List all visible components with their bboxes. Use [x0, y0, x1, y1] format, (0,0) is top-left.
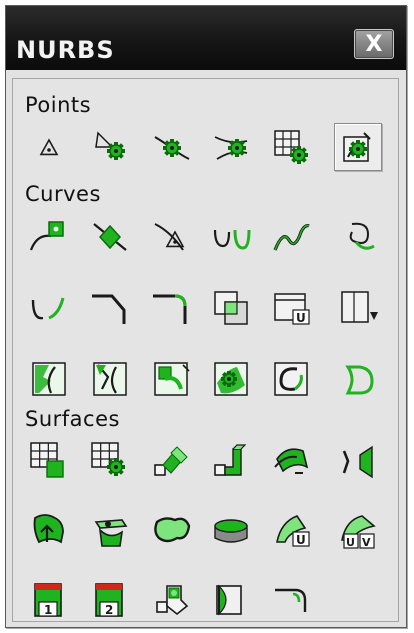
surface-uv-icon: UV	[341, 515, 376, 549]
hook-curve-pair-tool[interactable]	[207, 212, 255, 260]
boundary-curve-tool[interactable]	[147, 355, 195, 403]
grid-surface-icon	[30, 442, 64, 478]
loft-icon	[342, 445, 373, 479]
wave-curve-icon	[273, 224, 310, 251]
curve-on-frame-tool[interactable]: U	[267, 284, 315, 332]
curve-box-end-icon	[29, 221, 64, 251]
edge-curve-icon	[274, 362, 308, 396]
tool-palette: Points Curves Surfaces UUUV12	[12, 78, 399, 622]
point-on-surface-tool[interactable]	[25, 123, 73, 171]
split-curve-icon	[31, 297, 65, 320]
boolean-surface-tool[interactable]	[147, 576, 195, 624]
cylinder-surface-tool[interactable]	[207, 506, 255, 554]
fillet-surface-tool[interactable]	[267, 576, 315, 624]
closed-curve-tool[interactable]	[334, 355, 382, 403]
ruled-surface-tool[interactable]	[147, 437, 195, 485]
point-on-curve-tool[interactable]	[147, 123, 195, 171]
point-on-box-tool[interactable]	[334, 123, 382, 171]
surface-u-direction-tool[interactable]: U	[267, 506, 315, 554]
boundary-curve-icon	[154, 362, 190, 396]
curve-on-surface-tool[interactable]	[25, 355, 73, 403]
grid-point-icon	[274, 130, 308, 164]
curve-diamond-icon	[93, 223, 127, 251]
hook-pair-icon	[213, 229, 251, 250]
trim-region-2-tool[interactable]: 2	[86, 576, 134, 624]
freeform-curve-tool[interactable]	[267, 212, 315, 260]
isoparm-curve-tool[interactable]	[207, 355, 255, 403]
section-label-points: Points	[25, 93, 92, 117]
window-title: NURBS	[16, 36, 115, 64]
patch-arrow-icon	[33, 514, 64, 544]
surface-edge-curve-tool[interactable]	[267, 355, 315, 403]
point-crossing-icon	[214, 136, 248, 160]
trim-surface-curve-tool[interactable]	[86, 355, 134, 403]
surface-from-grid-tool[interactable]	[25, 437, 73, 485]
title-bar[interactable]: NURBS X	[6, 6, 406, 70]
curve-from-triangle-tool[interactable]	[147, 212, 195, 260]
svg-text:V: V	[362, 536, 371, 549]
planar-patch-tool[interactable]	[147, 506, 195, 554]
close-icon: X	[365, 31, 383, 57]
surface-curve-icon	[32, 362, 66, 396]
revolve-icon	[216, 584, 242, 616]
close-button[interactable]: X	[354, 29, 394, 59]
offset-curve-tool[interactable]	[207, 284, 255, 332]
section-label-surfaces: Surfaces	[25, 407, 120, 431]
ruled-surface-icon	[154, 446, 188, 476]
surface-u-icon: U	[276, 515, 310, 547]
point-on-grid-tool[interactable]	[267, 123, 315, 171]
extrude-icon	[214, 444, 247, 476]
section-label-curves: Curves	[25, 182, 101, 206]
fillet-curve-tool[interactable]	[147, 284, 195, 332]
revolve-surface-tool[interactable]	[207, 576, 255, 624]
extrude-surface-tool[interactable]	[207, 437, 255, 485]
grid-gear-icon	[91, 442, 125, 476]
svg-text:U: U	[346, 536, 355, 549]
point-between-curves-tool[interactable]	[207, 123, 255, 171]
region-number-label: 2	[105, 603, 113, 617]
bend-curve-icon	[92, 294, 126, 324]
frame-u-icon: U	[274, 293, 310, 325]
hook-curve-tool[interactable]	[334, 212, 382, 260]
boolean-icon	[156, 585, 189, 616]
svg-text:U: U	[296, 533, 306, 547]
nurbs-palette-window: NURBS X Points Curves Surfaces UUUV12	[5, 5, 407, 628]
hook-curve-icon	[349, 222, 375, 250]
overlap-squares-icon	[214, 291, 248, 325]
region-1-icon: 1	[34, 583, 62, 617]
sweep-icon	[274, 448, 309, 474]
project-curve-tool[interactable]	[334, 284, 382, 332]
gear-point-icon	[95, 131, 125, 160]
fillet-surface-icon	[275, 588, 307, 612]
loft-between-curves-tool[interactable]	[334, 437, 382, 485]
blend-surface-tool[interactable]	[86, 506, 134, 554]
blend-icon	[94, 519, 128, 547]
fillet-curve-icon	[153, 294, 187, 324]
isoparm-icon	[214, 362, 248, 396]
box-point-icon	[343, 132, 371, 162]
cylinder-icon	[214, 519, 248, 543]
closed-curve-icon	[345, 365, 374, 395]
surface-uv-direction-tool[interactable]: UV	[334, 506, 382, 554]
curve-through-point-tool[interactable]	[86, 212, 134, 260]
region-number-label: 1	[44, 603, 52, 617]
point-at-intersection-tool[interactable]	[86, 123, 134, 171]
frame-arrow-icon	[341, 291, 378, 323]
svg-text:U: U	[296, 311, 306, 325]
point-on-curve-icon	[154, 136, 190, 160]
curve-triangle-icon	[154, 223, 185, 251]
surface-trim-icon	[93, 362, 127, 396]
patch-with-arrow-tool[interactable]	[25, 506, 73, 554]
surface-from-grid-points-tool[interactable]	[86, 437, 134, 485]
curve-end-box-tool[interactable]	[25, 212, 73, 260]
trim-region-1-tool[interactable]: 1	[25, 576, 73, 624]
split-curve-tool[interactable]	[25, 284, 73, 332]
bend-curve-tool[interactable]	[86, 284, 134, 332]
triangle-point-icon	[39, 138, 59, 156]
region-2-icon: 2	[95, 583, 123, 617]
planar-patch-icon	[154, 517, 191, 543]
sweep-surface-tool[interactable]	[267, 437, 315, 485]
